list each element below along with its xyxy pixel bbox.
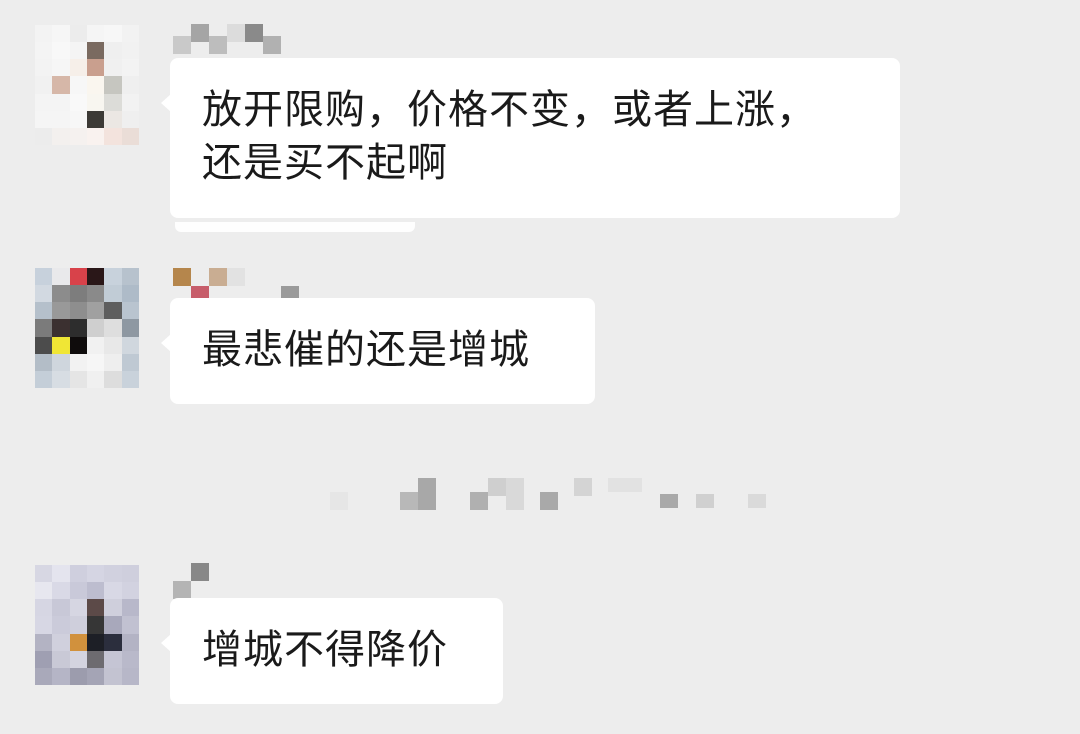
message-text-line: 增城不得降价 xyxy=(202,627,448,673)
message-text-line: 还是买不起啊 xyxy=(202,140,448,186)
sender-name-masked xyxy=(173,24,281,60)
avatar[interactable] xyxy=(35,268,139,388)
avatar[interactable] xyxy=(35,25,139,145)
message-text-line: 最悲催的还是增城 xyxy=(202,327,530,373)
system-notice-masked xyxy=(330,478,770,514)
avatar[interactable] xyxy=(35,565,139,685)
message-text-line: 放开限购，价格不变，或者上涨， xyxy=(202,87,817,133)
message-bubble[interactable]: 最悲催的还是增城 xyxy=(161,298,595,404)
sender-name-masked-part xyxy=(173,581,191,599)
message-bubble[interactable]: 增城不得降价 xyxy=(161,598,503,704)
partial-bubble-edge xyxy=(175,222,415,232)
message-bubble[interactable]: 放开限购，价格不变，或者上涨， 还是买不起啊 xyxy=(161,58,900,218)
chat-conversation: 放开限购，价格不变，或者上涨， 还是买不起啊 最悲催的还是增城 增城不得降价 xyxy=(0,0,1080,734)
